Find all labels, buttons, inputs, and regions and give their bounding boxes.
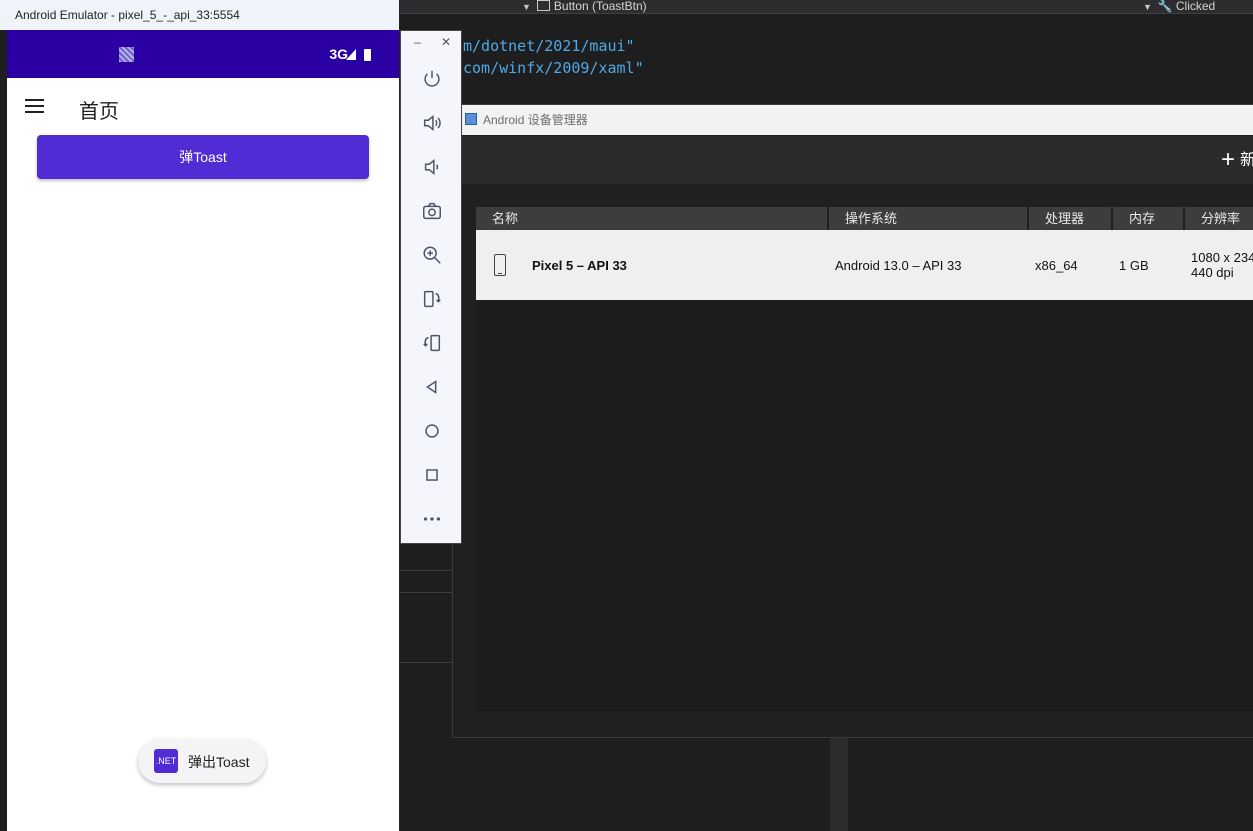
splitter[interactable] [830, 736, 848, 831]
new-device-button[interactable]: + 新 [1221, 146, 1253, 175]
divider [400, 592, 452, 593]
signal-icon [346, 49, 356, 60]
wrench-icon: 🔧 [1157, 0, 1173, 13]
device-resolution: 1080 x 234 440 dpi [1185, 250, 1253, 280]
device-memory: 1 GB [1119, 257, 1149, 273]
divider [400, 662, 452, 663]
emulator-side-toolbar: – ✕ [400, 30, 462, 544]
android-status-bar: 3G [7, 30, 399, 78]
column-header-resolution[interactable]: 分辨率 [1185, 207, 1253, 230]
zoom-icon[interactable] [420, 243, 444, 267]
device-manager-window: Android 设备管理器 + 新 名称 操作系统 处理器 内存 分辨率 Pixe… [452, 104, 1253, 738]
app-bar: 首页 [7, 78, 399, 136]
window-edge [0, 30, 7, 831]
minimize-icon[interactable]: – [414, 35, 421, 49]
device-manager-titlebar: Android 设备管理器 [453, 105, 1253, 135]
vs-member-dropdown[interactable]: ▼ Button (ToastBtn) [522, 0, 647, 13]
camera-icon[interactable] [420, 199, 444, 223]
code-line: com/winfx/2009/xaml" [463, 59, 644, 77]
dpi-value: 440 dpi [1191, 265, 1234, 280]
device-os: Android 13.0 – API 33 [835, 257, 962, 273]
column-header-name[interactable]: 名称 [476, 207, 829, 230]
dotnet-logo-icon: .NET [154, 749, 178, 773]
device-table: 名称 操作系统 处理器 内存 分辨率 Pixel 5 – API 33 Andr… [476, 207, 1253, 300]
vs-event-dropdown[interactable]: ▼ 🔧 Clicked [1143, 0, 1215, 13]
more-icon[interactable] [420, 507, 444, 531]
code-line: m/dotnet/2021/maui" [463, 37, 635, 55]
back-icon[interactable] [420, 375, 444, 399]
show-toast-button[interactable]: 弹Toast [37, 135, 369, 179]
vs-event-dropdown-label: Clicked [1175, 0, 1216, 13]
device-manager-title: Android 设备管理器 [483, 113, 588, 127]
column-header-cpu[interactable]: 处理器 [1029, 207, 1113, 230]
emulator-window: Android Emulator - pixel_5_-_api_33:5554… [0, 0, 400, 831]
overview-icon[interactable] [420, 463, 444, 487]
dropdown-arrow-icon: ▼ [1143, 2, 1152, 12]
home-icon[interactable] [420, 419, 444, 443]
device-list-empty-area [476, 301, 1253, 711]
button-type-icon [536, 0, 550, 11]
page-title: 首页 [79, 101, 119, 123]
new-device-label: 新 [1239, 152, 1253, 169]
volume-down-icon[interactable] [420, 155, 444, 179]
rotate-left-icon[interactable] [420, 287, 444, 311]
device-manager-app-icon [465, 113, 477, 125]
phone-icon [494, 254, 506, 276]
plus-icon: + [1220, 146, 1235, 173]
divider [400, 570, 452, 571]
close-icon[interactable]: ✕ [441, 35, 451, 49]
device-name: Pixel 5 – API 33 [532, 257, 627, 273]
table-row[interactable]: Pixel 5 – API 33 Android 13.0 – API 33 x… [476, 230, 1253, 300]
notification-icon [119, 47, 134, 62]
hamburger-menu-icon[interactable] [25, 99, 44, 113]
battery-icon [364, 49, 371, 61]
toast-popup: .NET 弹出Toast [138, 739, 266, 783]
toast-message: 弹出Toast [188, 754, 250, 770]
emulator-titlebar[interactable]: Android Emulator - pixel_5_-_api_33:5554 [0, 0, 399, 30]
device-manager-toolbar: + 新 [453, 136, 1253, 184]
rotate-right-icon[interactable] [420, 331, 444, 355]
dropdown-arrow-icon: ▼ [522, 2, 531, 12]
resolution-value: 1080 x 234 [1191, 250, 1253, 265]
device-cpu: x86_64 [1035, 257, 1078, 273]
power-icon[interactable] [420, 67, 444, 91]
device-name-cell: Pixel 5 – API 33 [476, 254, 829, 276]
column-header-memory[interactable]: 内存 [1113, 207, 1185, 230]
volume-up-icon[interactable] [420, 111, 444, 135]
column-header-os[interactable]: 操作系统 [829, 207, 1029, 230]
device-table-header: 名称 操作系统 处理器 内存 分辨率 [476, 207, 1253, 230]
vs-member-dropdown-label: Button (ToastBtn) [553, 0, 647, 13]
